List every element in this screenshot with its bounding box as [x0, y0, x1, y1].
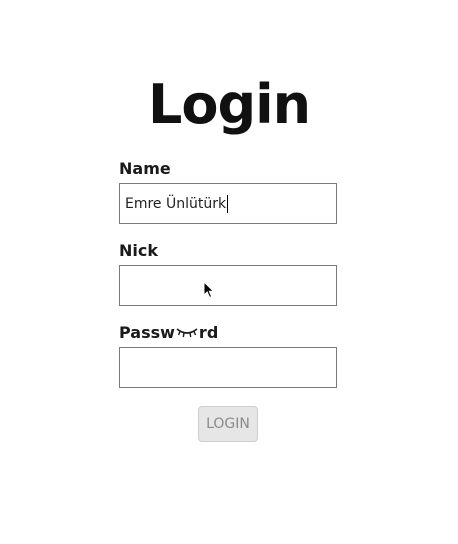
nick-field-group: Nick [119, 240, 337, 322]
name-label: Name [119, 158, 171, 178]
page-title: Login [147, 73, 311, 136]
password-input[interactable] [119, 347, 337, 388]
password-label: Passw rd [119, 322, 337, 342]
login-button[interactable]: LOGIN [198, 406, 258, 442]
name-input-value: Emre Ünlütürk [125, 195, 227, 212]
login-page: Login Name Emre Ünlütürk Nick Passw rd L… [0, 0, 458, 544]
password-field-group: Passw rd [119, 322, 337, 404]
closed-eye-icon [176, 328, 198, 338]
password-label-prefix: Passw [119, 322, 175, 342]
mouse-pointer-icon [203, 281, 215, 299]
text-caret [227, 194, 229, 213]
name-input[interactable]: Emre Ünlütürk [119, 183, 337, 224]
nick-label: Nick [119, 240, 158, 260]
name-field-group: Name Emre Ünlütürk [119, 158, 337, 240]
nick-input[interactable] [119, 265, 337, 306]
password-label-suffix: rd [198, 322, 219, 342]
login-form: Name Emre Ünlütürk Nick Passw rd [119, 158, 337, 404]
